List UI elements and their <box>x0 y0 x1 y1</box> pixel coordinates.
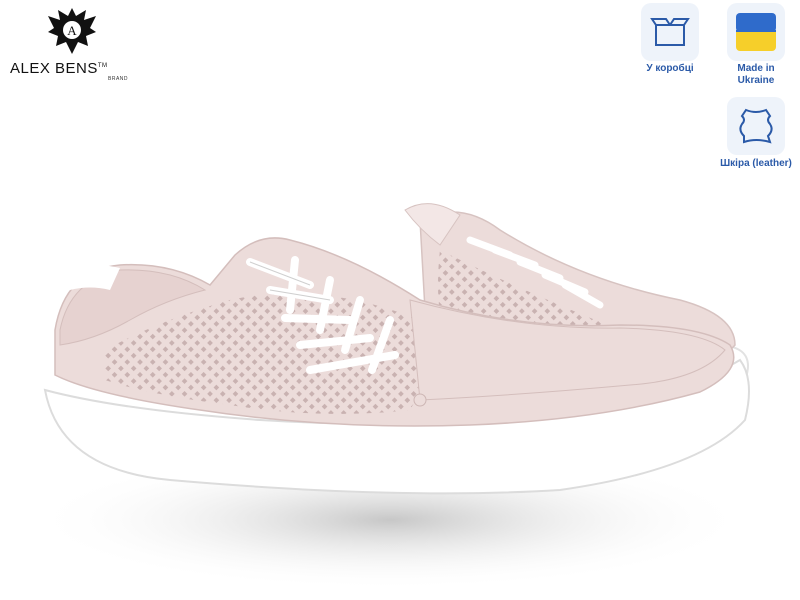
front-sneaker <box>54 237 735 427</box>
sneakers-photo <box>30 203 750 590</box>
